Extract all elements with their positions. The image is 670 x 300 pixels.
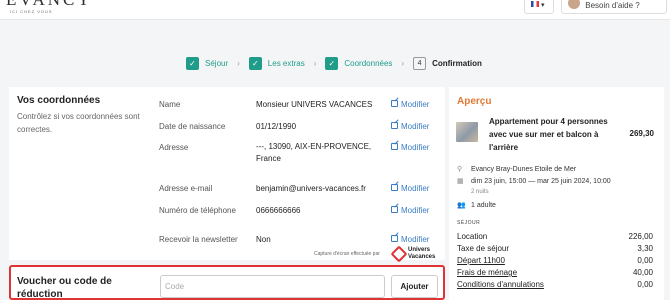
address-label: Adresse <box>159 143 189 152</box>
summary-title: Aperçu <box>457 96 492 107</box>
logo-tagline: ICI CHEZ VOUS <box>10 9 53 14</box>
edit-icon <box>391 184 398 191</box>
step-confirmation: Confirmation <box>432 58 482 68</box>
help-label: Besoin d'aide ? <box>585 1 640 10</box>
french-flag-icon <box>531 1 539 7</box>
help-menu-button[interactable]: Besoin d'aide ? <box>561 0 667 14</box>
check-icon: ✓ <box>248 56 262 70</box>
edit-birthdate-link[interactable]: Modifier <box>391 122 429 131</box>
check-icon: ✓ <box>186 56 199 70</box>
voucher-card: Voucher ou code de réduction Ajouter <box>9 265 445 300</box>
chevron-right-icon: › <box>237 58 240 68</box>
users-icon: 👥 <box>457 202 466 209</box>
email-label: Adresse e-mail <box>159 184 213 193</box>
voucher-code-input[interactable] <box>160 275 385 298</box>
newsletter-label: Recevoir la newsletter <box>159 235 238 244</box>
step-coordonnees[interactable]: Coordonnées <box>344 59 392 68</box>
address-value: ---, 13090, AIX-EN-PROVENCE, France <box>256 142 372 163</box>
nights-count: 2 nuits <box>471 189 489 195</box>
coordinates-description: Contrôlez si vos coordonnées sont correc… <box>17 112 140 134</box>
chevron-right-icon: › <box>401 58 405 68</box>
edit-name-link[interactable]: Modifier <box>391 100 429 109</box>
step-extras[interactable]: Les extras <box>268 59 305 68</box>
property-price: 269,30 <box>629 129 654 138</box>
edit-email-link[interactable]: Modifier <box>391 184 429 193</box>
edit-address-link[interactable]: Modifier <box>391 143 429 152</box>
name-label: Name <box>159 100 181 109</box>
newsletter-value: Non <box>256 235 271 244</box>
language-selector[interactable]: ▾ <box>524 0 554 14</box>
step-sejour[interactable]: Séjour <box>205 59 228 68</box>
location-row: ⚲ Evancy Bray-Dunes Etoile de Mer <box>457 165 577 174</box>
guests-row: 👥 1 adulte <box>457 201 496 210</box>
fee-row: Location 226,00 <box>457 232 653 241</box>
calendar-icon: ▦ <box>457 178 464 185</box>
sejour-section-heading: SÉJOUR <box>457 220 481 226</box>
fee-row[interactable]: Départ 11h00 0,00 <box>457 256 653 265</box>
coordinates-title: Vos coordonnées <box>17 95 101 106</box>
fee-row[interactable]: Frais de ménage 40,00 <box>457 268 653 277</box>
checkout-steps: ✓ Séjour › ✓ Les extras › ✓ Coordonnées … <box>186 56 491 70</box>
edit-icon <box>391 122 398 129</box>
univers-vacances-mark-icon <box>390 245 408 263</box>
edit-icon <box>391 235 398 242</box>
step-number: 4 <box>413 56 427 70</box>
phone-label: Numéro de téléphone <box>159 206 236 215</box>
screenshot-caption: Capture d'écran effectuée par <box>314 251 380 257</box>
chevron-right-icon: › <box>313 58 317 68</box>
fee-row: Taxe de séjour 3,30 <box>457 244 653 253</box>
voucher-title: Voucher ou code de réduction <box>17 276 112 300</box>
dates-row: ▦ dim 23 juin, 15:00 — mar 25 juin 2024, … <box>457 177 611 186</box>
edit-icon <box>391 143 398 150</box>
edit-phone-link[interactable]: Modifier <box>391 206 429 215</box>
top-bar: EVANCY ICI CHEZ VOUS ▾ Besoin d'aide ? <box>0 0 670 20</box>
edit-icon <box>391 206 398 213</box>
chevron-down-icon: ▾ <box>540 2 545 9</box>
property-title: Appartement pour 4 personnes avec vue su… <box>489 117 608 152</box>
birthdate-label: Date de naissance <box>159 122 226 131</box>
avatar <box>568 0 580 10</box>
location-pin-icon: ⚲ <box>457 166 463 173</box>
birthdate-value: 01/12/1990 <box>256 122 297 131</box>
phone-value: 0666666666 <box>256 206 301 215</box>
check-icon: ✓ <box>325 56 339 70</box>
email-value: benjamin@univers-vacances.fr <box>256 184 366 193</box>
coordinates-card: Vos coordonnées Contrôlez si vos coordon… <box>9 87 445 260</box>
name-value: Monsieur UNIVERS VACANCES <box>256 100 373 109</box>
add-voucher-button[interactable]: Ajouter <box>391 275 438 298</box>
fee-row[interactable]: Conditions d'annulations 0,00 <box>457 280 653 289</box>
edit-newsletter-link[interactable]: Modifier <box>391 235 429 244</box>
property-thumbnail <box>456 122 478 142</box>
summary-card: Aperçu Appartement pour 4 personnes avec… <box>449 87 664 300</box>
univers-vacances-logo: Univers Vacances <box>390 245 435 263</box>
edit-icon <box>391 100 398 107</box>
